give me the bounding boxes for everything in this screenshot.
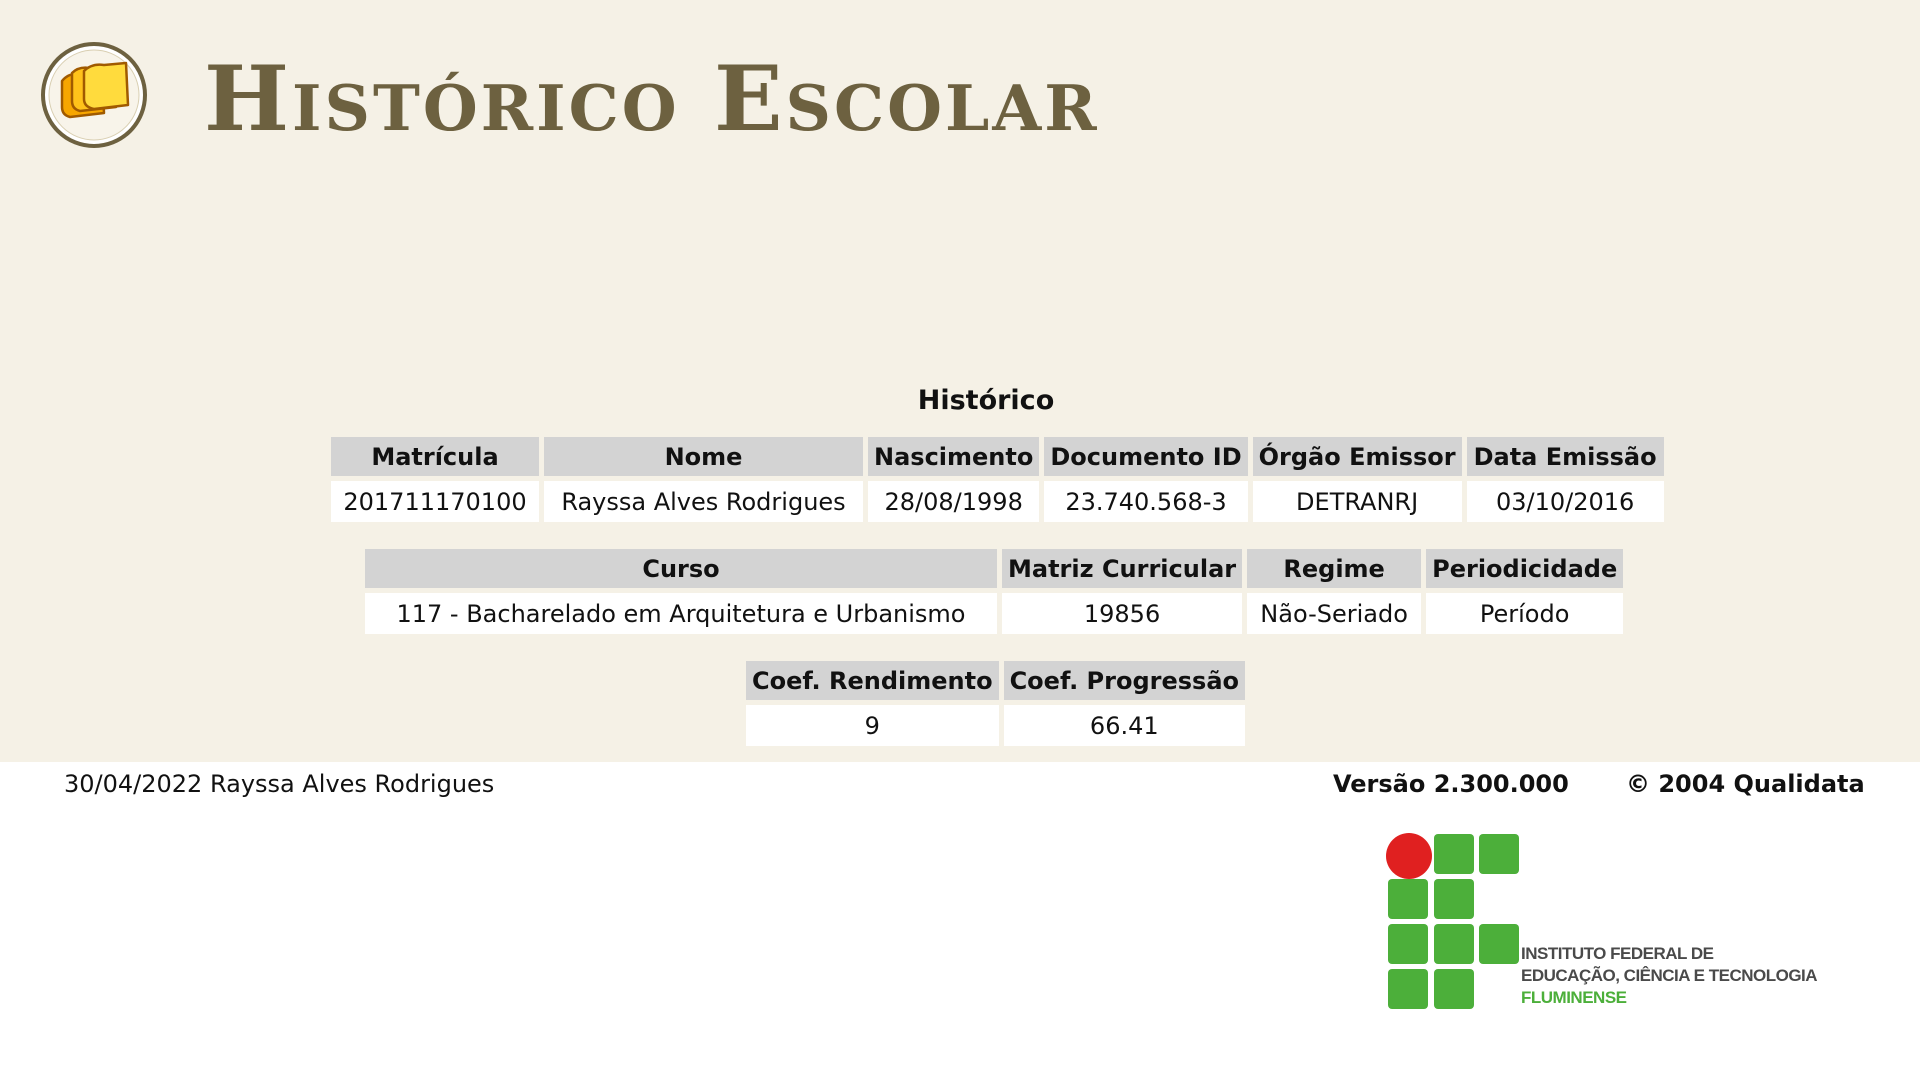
column-header-data-emissao: Data Emissão [1466, 437, 1664, 476]
table-header-row: Curso Matriz Curricular Regime Periodici… [365, 549, 1624, 588]
coefficients-table: Coef. Rendimento Coef. Progressão 9 66.4… [741, 656, 1250, 751]
documents-icon [41, 42, 147, 148]
cell-documento-id: 23.740.568-3 [1044, 481, 1248, 522]
column-header-documento-id: Documento ID [1044, 437, 1248, 476]
section-title: Histórico [917, 385, 1055, 416]
footer-copyright: © 2004 Qualidata [1626, 770, 1865, 798]
column-header-curso: Curso [365, 549, 997, 588]
footer-date-user: 30/04/2022 Rayssa Alves Rodrigues [64, 770, 495, 798]
page-title: Histórico Escolar [204, 46, 1100, 152]
cell-curso: 117 - Bacharelado em Arquitetura e Urban… [365, 593, 997, 634]
institute-logo-icon [1386, 833, 1519, 1009]
column-header-matricula: Matrícula [331, 437, 539, 476]
table-header-row: Coef. Rendimento Coef. Progressão [746, 661, 1246, 700]
column-header-coef-rendimento: Coef. Rendimento [746, 661, 999, 700]
cell-regime: Não-Seriado [1247, 593, 1422, 634]
cell-coef-rendimento: 9 [746, 705, 999, 746]
cell-matriz-curricular: 19856 [1002, 593, 1243, 634]
column-header-nome: Nome [544, 437, 863, 476]
cell-data-emissao: 03/10/2016 [1466, 481, 1664, 522]
table-header-row: Matrícula Nome Nascimento Documento ID Ó… [331, 437, 1664, 476]
footer-version: Versão 2.300.000 [1333, 770, 1569, 798]
column-header-coef-progressao: Coef. Progressão [1003, 661, 1246, 700]
column-header-matriz-curricular: Matriz Curricular [1002, 549, 1243, 588]
column-header-nascimento: Nascimento [868, 437, 1040, 476]
institute-logo-text: INSTITUTO FEDERAL DE EDUCAÇÃO, CIÊNCIA E… [1521, 943, 1818, 1009]
cell-matricula: 201711170100 [331, 481, 539, 522]
cell-nascimento: 28/08/1998 [868, 481, 1040, 522]
table-row: 117 - Bacharelado em Arquitetura e Urban… [365, 593, 1624, 634]
column-header-periodicidade: Periodicidade [1426, 549, 1624, 588]
logo-text-line-1: INSTITUTO FEDERAL DE [1521, 944, 1714, 963]
cell-coef-progressao: 66.41 [1003, 705, 1246, 746]
table-row: 9 66.41 [746, 705, 1246, 746]
logo-text-line-2: EDUCAÇÃO, CIÊNCIA E TECNOLOGIA [1521, 966, 1818, 985]
cell-orgao-emissor: DETRANRJ [1252, 481, 1462, 522]
cell-nome: Rayssa Alves Rodrigues [544, 481, 863, 522]
course-info-table: Curso Matriz Curricular Regime Periodici… [360, 544, 1628, 639]
column-header-orgao-emissor: Órgão Emissor [1252, 437, 1462, 476]
column-header-regime: Regime [1247, 549, 1422, 588]
cell-periodicidade: Período [1426, 593, 1624, 634]
table-row: 201711170100 Rayssa Alves Rodrigues 28/0… [331, 481, 1664, 522]
student-info-table: Matrícula Nome Nascimento Documento ID Ó… [326, 432, 1669, 527]
logo-text-line-3: FLUMINENSE [1521, 988, 1627, 1007]
